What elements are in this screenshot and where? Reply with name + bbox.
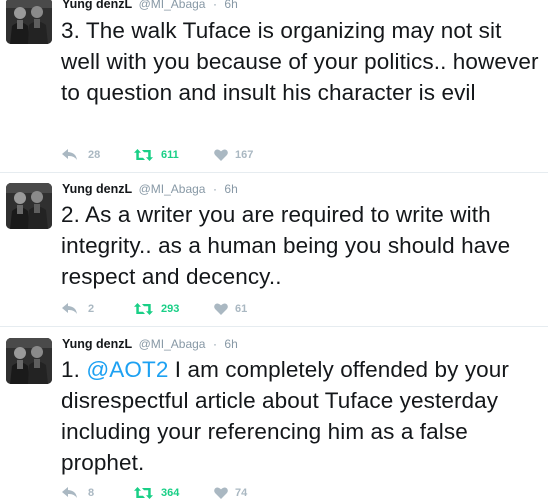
avatar[interactable] <box>6 338 52 384</box>
like-count: 167 <box>235 149 254 161</box>
retweet-icon <box>134 149 153 161</box>
retweet-icon <box>134 487 153 499</box>
avatar[interactable] <box>6 183 52 229</box>
tweet-text: 2. As a writer you are required to write… <box>61 199 541 292</box>
retweet-count: 293 <box>161 303 180 315</box>
tweet-timeline: Yung denzL @MI_Abaga · 6h 3. The walk Tu… <box>0 0 558 504</box>
display-name[interactable]: Yung denzL <box>62 182 132 196</box>
tweet-item[interactable]: Yung denzL @MI_Abaga · 6h 1. @AOT2 I am … <box>0 327 558 504</box>
like-count: 74 <box>235 487 248 499</box>
retweet-button[interactable]: 364 <box>134 487 214 499</box>
retweet-button[interactable]: 293 <box>134 303 214 315</box>
reply-arrow-icon <box>62 303 77 314</box>
avatar[interactable] <box>6 0 52 44</box>
tweet-header: Yung denzL @MI_Abaga · 6h <box>62 0 238 12</box>
tweet-text: 3. The walk Tuface is organizing may not… <box>61 15 541 108</box>
tweet-item[interactable]: Yung denzL @MI_Abaga · 6h 3. The walk Tu… <box>0 0 558 170</box>
mention-link[interactable]: @AOT2 <box>86 357 168 382</box>
display-name[interactable]: Yung denzL <box>62 0 132 11</box>
tweet-actions: 28 611 167 <box>62 146 253 164</box>
like-count: 61 <box>235 303 248 315</box>
header-separator: · <box>212 0 217 11</box>
like-button[interactable]: 167 <box>214 149 253 161</box>
reply-count: 2 <box>88 303 95 315</box>
retweet-count: 364 <box>161 487 180 499</box>
tweet-text-prefix: 1. <box>61 357 87 382</box>
tweet-text-body: 2. As a writer you are required to write… <box>61 202 511 289</box>
tweet-actions: 8 364 74 <box>62 484 247 502</box>
reply-button[interactable]: 28 <box>62 149 134 161</box>
reply-arrow-icon <box>62 149 77 160</box>
username[interactable]: @MI_Abaga <box>139 337 206 351</box>
timestamp[interactable]: 6h <box>224 182 237 196</box>
tweet-header: Yung denzL @MI_Abaga · 6h <box>62 181 238 197</box>
tweet-actions: 2 293 61 <box>62 300 247 318</box>
reply-count: 28 <box>88 149 101 161</box>
like-button[interactable]: 74 <box>214 487 247 499</box>
display-name[interactable]: Yung denzL <box>62 337 132 351</box>
reply-button[interactable]: 2 <box>62 303 134 315</box>
header-separator: · <box>212 182 217 196</box>
username[interactable]: @MI_Abaga <box>139 0 206 11</box>
timestamp[interactable]: 6h <box>224 0 237 11</box>
retweet-button[interactable]: 611 <box>134 149 214 161</box>
tweet-text-body: 3. The walk Tuface is organizing may not… <box>61 18 539 105</box>
heart-icon <box>214 149 228 161</box>
header-separator: · <box>212 337 217 351</box>
username[interactable]: @MI_Abaga <box>139 182 206 196</box>
tweet-text: 1. @AOT2 I am completely offended by you… <box>61 354 541 478</box>
heart-icon <box>214 303 228 315</box>
tweet-item[interactable]: Yung denzL @MI_Abaga · 6h 2. As a writer… <box>0 173 558 326</box>
reply-count: 8 <box>88 487 95 499</box>
retweet-icon <box>134 303 153 315</box>
like-button[interactable]: 61 <box>214 303 247 315</box>
tweet-header: Yung denzL @MI_Abaga · 6h <box>62 336 238 352</box>
timestamp[interactable]: 6h <box>224 337 237 351</box>
heart-icon <box>214 487 228 499</box>
reply-arrow-icon <box>62 487 77 498</box>
retweet-count: 611 <box>161 149 179 161</box>
reply-button[interactable]: 8 <box>62 487 134 499</box>
